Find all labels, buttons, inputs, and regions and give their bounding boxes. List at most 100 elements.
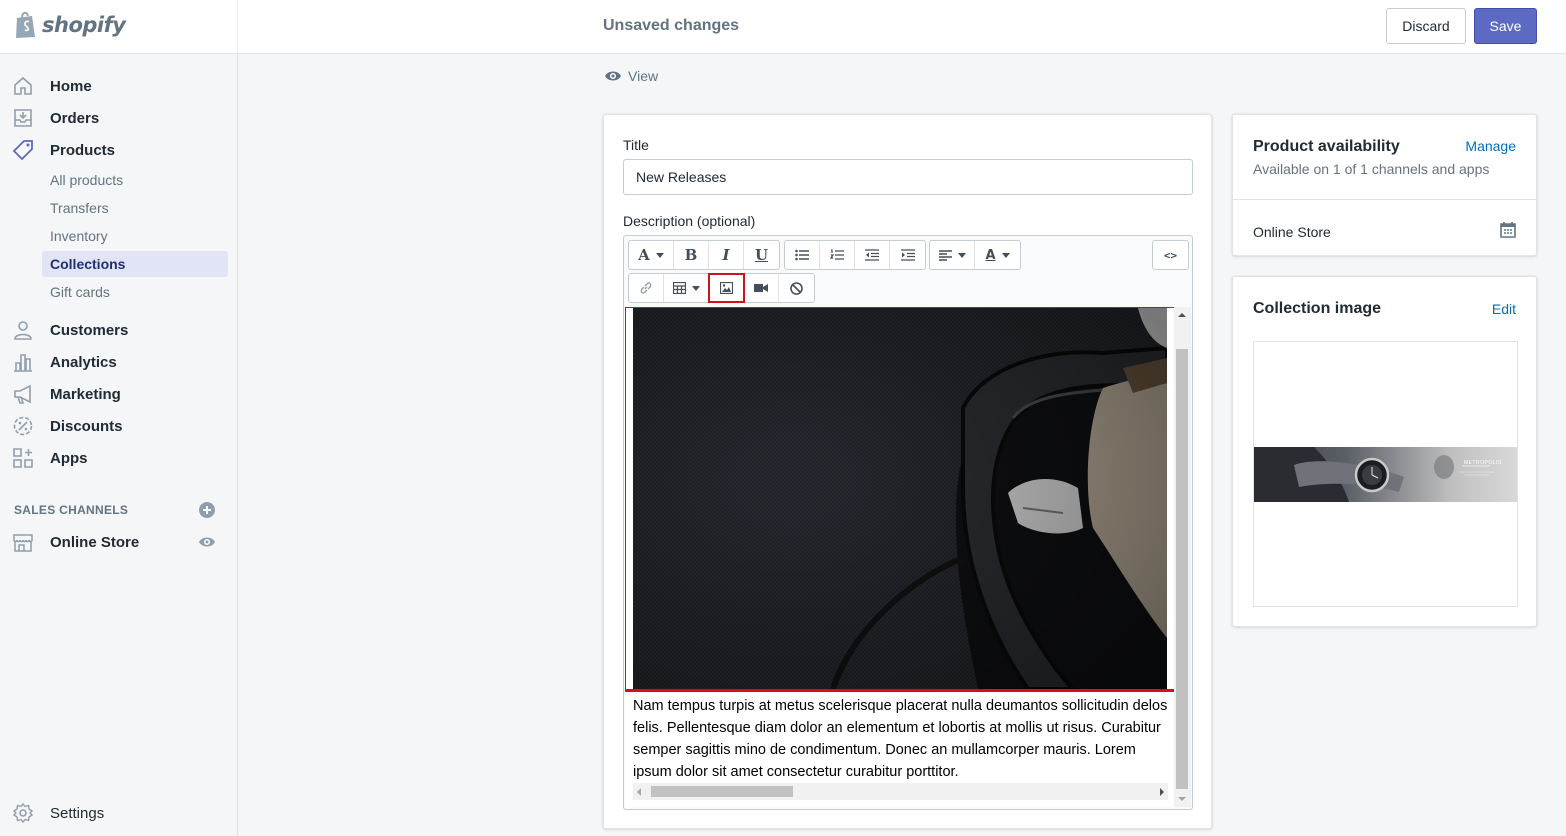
sidebar-subitem-collections[interactable]: Collections <box>42 251 228 277</box>
home-icon <box>14 76 32 95</box>
table-dropdown[interactable] <box>664 274 709 302</box>
sidebar-item-apps[interactable]: Apps <box>12 444 88 472</box>
outdent-icon <box>865 249 879 261</box>
sidebar-item-discounts[interactable]: Discounts <box>12 412 123 440</box>
scroll-down-arrow-icon[interactable] <box>1178 797 1186 801</box>
html-source-button[interactable]: <> <box>1153 241 1188 269</box>
megaphone-icon <box>14 384 31 404</box>
numbered-list-button[interactable] <box>820 241 855 269</box>
align-left-icon <box>938 249 952 261</box>
sidebar-item-label: Marketing <box>50 385 121 403</box>
collection-details-card: Title Description (optional) A B I U <box>603 114 1212 829</box>
discount-icon <box>13 416 33 436</box>
top-bar: shopify Unsaved changes Discard Save <box>0 0 1566 54</box>
indent-icon <box>900 249 915 261</box>
availability-title: Product availability <box>1253 138 1400 155</box>
manage-link[interactable]: Manage <box>1465 138 1516 154</box>
sidebar-item-online-store[interactable]: Online Store <box>12 528 139 556</box>
horizontal-scroll-thumb[interactable] <box>651 786 793 797</box>
gear-icon <box>12 802 34 824</box>
sidebar: Home Orders Products All products Transf… <box>0 54 238 836</box>
insert-image-button[interactable] <box>708 273 745 303</box>
description-label: Description (optional) <box>623 213 756 229</box>
save-button[interactable]: Save <box>1474 8 1537 44</box>
availability-subtitle: Available on 1 of 1 channels and apps <box>1253 161 1490 177</box>
image-icon <box>719 282 733 294</box>
edit-image-link[interactable]: Edit <box>1492 301 1516 317</box>
watch-photo <box>1254 447 1494 502</box>
unsaved-changes-status: Unsaved changes <box>603 17 740 34</box>
description-image[interactable] <box>633 308 1167 689</box>
vertical-scroll-thumb[interactable] <box>1176 349 1188 789</box>
sidebar-item-settings[interactable]: Settings <box>12 799 104 827</box>
numbered-list-icon <box>830 249 844 260</box>
sidebar-item-home[interactable]: Home <box>12 72 92 100</box>
eye-icon[interactable] <box>198 533 216 551</box>
sidebar-item-label: Analytics <box>50 353 117 371</box>
insert-group <box>628 273 815 303</box>
outdent-button[interactable] <box>855 241 890 269</box>
sidebar-item-orders[interactable]: Orders <box>12 104 99 132</box>
shopify-logo[interactable]: shopify <box>14 10 126 40</box>
text-color-dropdown[interactable]: A <box>975 241 1020 269</box>
scroll-right-arrow-icon[interactable] <box>1160 788 1164 796</box>
vertical-scrollbar[interactable] <box>1174 307 1191 807</box>
tag-icon <box>12 140 33 161</box>
font-style-dropdown[interactable]: A <box>629 241 674 269</box>
list-group <box>784 240 926 270</box>
sidebar-item-analytics[interactable]: Analytics <box>12 348 117 376</box>
align-dropdown[interactable] <box>930 241 975 269</box>
link-icon <box>640 282 652 294</box>
sidebar-item-products[interactable]: Products <box>12 136 115 164</box>
sidebar-subitem-inventory[interactable]: Inventory <box>42 223 228 249</box>
clear-formatting-icon <box>790 281 803 295</box>
sidebar-item-label: Discounts <box>50 417 123 435</box>
link-button[interactable] <box>629 274 664 302</box>
sidebar-item-marketing[interactable]: Marketing <box>12 380 121 408</box>
collection-image-card: Collection image Edit METROPOLIS <box>1232 276 1537 627</box>
italic-button[interactable]: I <box>709 241 744 269</box>
underline-button[interactable]: U <box>744 241 779 269</box>
insert-video-button[interactable] <box>744 274 779 302</box>
collection-image-title: Collection image <box>1253 300 1382 317</box>
sidebar-item-label: Home <box>50 77 92 95</box>
sales-channels-heading: SALES CHANNELS <box>14 503 129 517</box>
collection-image-preview[interactable]: METROPOLIS <box>1253 341 1518 607</box>
title-input[interactable] <box>623 159 1193 195</box>
text-format-group: A B I U <box>628 240 780 270</box>
add-circle-icon[interactable] <box>198 501 216 519</box>
product-availability-card: Product availability Manage Available on… <box>1232 114 1537 256</box>
bullet-list-button[interactable] <box>785 241 820 269</box>
calendar-icon[interactable] <box>1500 221 1516 238</box>
eye-icon <box>605 71 621 81</box>
sidebar-item-customers[interactable]: Customers <box>12 316 128 344</box>
scroll-left-arrow-icon[interactable] <box>637 788 641 796</box>
clear-formatting-button[interactable] <box>779 274 814 302</box>
sidebar-item-label: Online Store <box>50 533 140 551</box>
banner-text: METROPOLIS <box>1464 460 1502 466</box>
editor-content[interactable]: Nam tempus turpis at metus scelerisque p… <box>625 307 1191 807</box>
sidebar-item-label: Products <box>50 141 116 159</box>
bullet-list-icon <box>795 249 809 261</box>
sidebar-subitem-all-products[interactable]: All products <box>42 167 228 193</box>
discard-button[interactable]: Discard <box>1386 8 1466 44</box>
sidebar-subitem-gift-cards[interactable]: Gift cards <box>42 279 228 305</box>
horizontal-scrollbar[interactable] <box>633 783 1168 800</box>
description-paragraph: Nam tempus turpis at metus scelerisque p… <box>633 698 1168 780</box>
html-group: <> <box>1152 240 1189 270</box>
sidebar-item-label: Customers <box>50 321 129 339</box>
sidebar-subitem-transfers[interactable]: Transfers <box>42 195 228 221</box>
bag-photo <box>633 308 1167 689</box>
orders-icon <box>14 109 32 127</box>
sidebar-item-label: Orders <box>50 109 100 127</box>
topbar-divider <box>237 0 238 54</box>
collection-banner-image: METROPOLIS <box>1254 447 1517 502</box>
scroll-up-arrow-icon[interactable] <box>1178 313 1186 317</box>
indent-button[interactable] <box>890 241 925 269</box>
card-divider <box>1233 199 1536 200</box>
view-link[interactable]: View <box>604 67 658 85</box>
brand-name: shopify <box>42 13 126 37</box>
channel-online-store: Online Store <box>1253 224 1331 240</box>
video-icon <box>754 284 768 292</box>
bold-button[interactable]: B <box>674 241 709 269</box>
